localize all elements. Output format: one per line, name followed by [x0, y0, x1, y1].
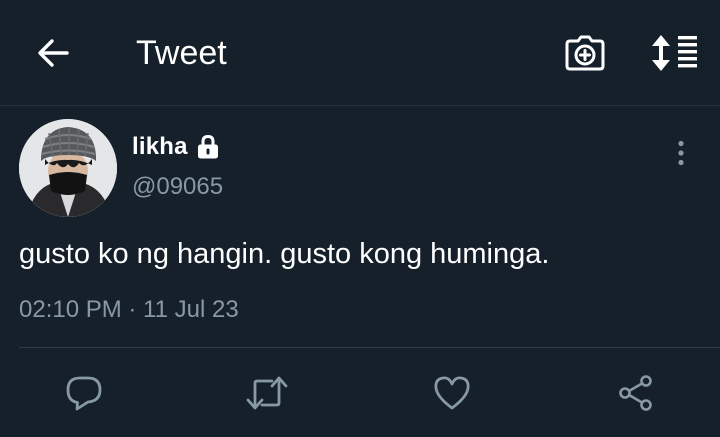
back-button[interactable]	[30, 30, 76, 76]
arrow-left-icon	[36, 38, 70, 68]
avatar[interactable]	[19, 119, 117, 217]
lock-icon	[195, 134, 221, 160]
tweet-detail-screen: Tweet likha @09065 gusto ko ng hangin. g…	[0, 0, 720, 437]
sort-button[interactable]	[648, 32, 700, 74]
more-vertical-icon	[677, 140, 685, 166]
tweet-text: gusto ko ng hangin. gusto kong huminga.	[19, 238, 550, 270]
tweet-timestamp: 02:10 PM · 11 Jul 23	[19, 296, 239, 323]
camera-plus-icon	[565, 35, 605, 71]
more-options-button[interactable]	[664, 138, 698, 168]
share-button[interactable]	[616, 372, 656, 414]
reply-icon	[65, 374, 103, 412]
author-handle[interactable]: @09065	[132, 172, 223, 202]
heart-icon	[433, 375, 471, 411]
divider	[19, 347, 720, 348]
author-name: likha	[132, 133, 188, 160]
retweet-icon	[246, 375, 288, 411]
like-button[interactable]	[432, 372, 472, 414]
page-title: Tweet	[136, 34, 227, 72]
reply-button[interactable]	[64, 372, 104, 414]
retweet-button[interactable]	[246, 372, 288, 414]
share-icon	[617, 374, 655, 412]
author-name-row[interactable]: likha	[132, 131, 221, 163]
camera-button[interactable]	[562, 32, 608, 74]
sort-lines-icon	[650, 34, 698, 72]
top-app-bar: Tweet	[0, 0, 720, 106]
